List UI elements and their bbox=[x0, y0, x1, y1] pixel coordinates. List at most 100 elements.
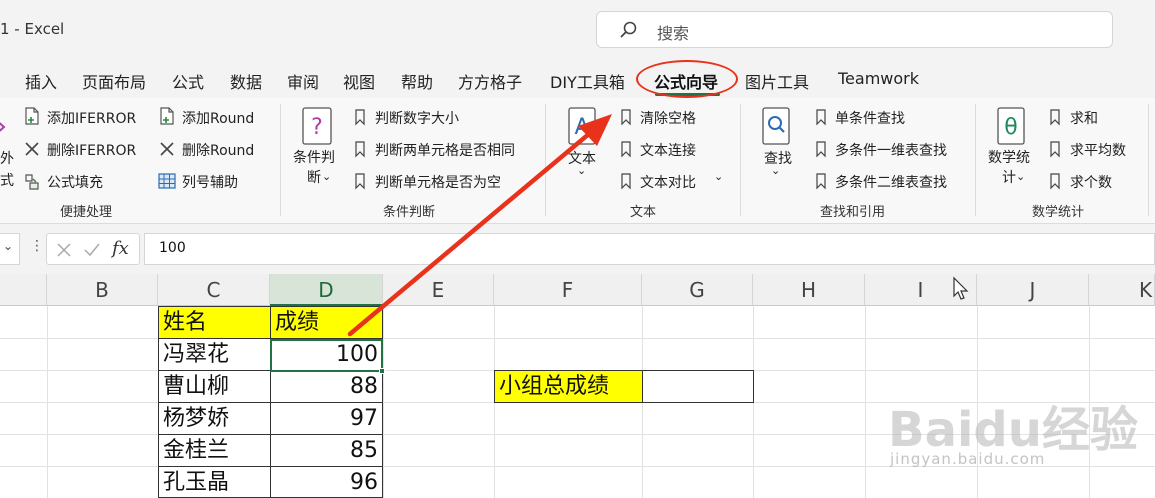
multi-condition-2d-lookup-button[interactable]: 多条件二维表查找 bbox=[835, 172, 947, 192]
name-box[interactable]: ⌄ bbox=[0, 233, 20, 265]
name-cell[interactable]: 杨梦娇 bbox=[158, 402, 271, 435]
tab-view[interactable]: 视图 bbox=[343, 69, 375, 93]
judge-number-size-button[interactable]: 判断数字大小 bbox=[375, 108, 459, 128]
average-button[interactable]: 求平均数 bbox=[1070, 140, 1126, 160]
delete-iferror-button[interactable]: 删除IFERROR bbox=[47, 140, 136, 160]
group-separator bbox=[975, 104, 976, 216]
delete-round-button[interactable]: 删除Round bbox=[182, 140, 254, 160]
title-bar: 1 - Excel 搜索 bbox=[0, 0, 1155, 60]
bookmark-icon bbox=[355, 173, 365, 190]
text-concat-button[interactable]: 文本连接 bbox=[640, 140, 696, 160]
chevron-down-icon: ⌄ bbox=[322, 170, 332, 183]
add-document-icon bbox=[25, 107, 39, 125]
group-label-text: 文本 bbox=[630, 205, 657, 220]
tab-page-layout[interactable]: 页面布局 bbox=[82, 69, 146, 93]
header-score-cell[interactable]: 成绩 bbox=[270, 306, 383, 339]
chevron-down-icon[interactable]: ⌄ bbox=[714, 170, 723, 183]
formula-actions: fx bbox=[46, 233, 140, 265]
add-round-icon bbox=[160, 107, 174, 125]
group-separator bbox=[1148, 104, 1149, 216]
column-header-f[interactable]: F bbox=[494, 274, 642, 306]
search-placeholder: 搜索 bbox=[657, 24, 690, 43]
add-iferror-button[interactable]: 添加IFERROR bbox=[47, 108, 136, 128]
formula-fill-button[interactable]: 公式填充 bbox=[47, 172, 103, 192]
mouse-cursor-icon bbox=[953, 276, 969, 300]
delete-round-x-icon bbox=[160, 142, 174, 156]
column-header-d[interactable]: D bbox=[270, 274, 383, 306]
score-cell[interactable]: 97 bbox=[270, 402, 383, 435]
chevron-down-icon: ⌄ bbox=[3, 239, 14, 253]
bookmark-icon bbox=[621, 109, 631, 126]
header-name-cell[interactable]: 姓名 bbox=[158, 306, 271, 339]
group-label-convenience: 便捷处理 bbox=[60, 205, 113, 220]
tab-help[interactable]: 帮助 bbox=[401, 69, 433, 93]
active-cell-border bbox=[270, 339, 383, 372]
score-cell[interactable]: 88 bbox=[270, 370, 383, 403]
bookmark-icon bbox=[1050, 173, 1060, 190]
baidu-watermark: Baidu经验 jingyan.baidu.com bbox=[880, 390, 1150, 498]
score-cell[interactable]: 85 bbox=[270, 434, 383, 467]
tab-review[interactable]: 审阅 bbox=[287, 69, 319, 93]
column-header-b[interactable]: B bbox=[47, 274, 158, 306]
cancel-x-icon[interactable] bbox=[55, 241, 73, 259]
name-cell[interactable]: 曹山柳 bbox=[158, 370, 271, 403]
column-header-c[interactable]: C bbox=[158, 274, 270, 306]
tab-picture-tools[interactable]: 图片工具 bbox=[745, 69, 809, 93]
judge-cell-empty-button[interactable]: 判断单元格是否为空 bbox=[375, 172, 501, 192]
fill-handle[interactable] bbox=[379, 368, 385, 374]
chevron-down-icon: ⌄ bbox=[771, 164, 781, 177]
column-header-j[interactable]: J bbox=[977, 274, 1089, 306]
tab-formulas[interactable]: 公式 bbox=[172, 69, 204, 93]
partial-button-label[interactable]: 外 式 bbox=[0, 148, 14, 192]
ribbon: 外 式 添加IFERROR 删除IFERROR 公式填充 添加Round 删除R… bbox=[0, 98, 1155, 224]
bookmark-icon bbox=[355, 141, 365, 158]
summary-value-cell[interactable] bbox=[642, 370, 754, 403]
group-label-lookup: 查找和引用 bbox=[820, 205, 886, 220]
more-options-icon[interactable]: ⋮ bbox=[30, 238, 44, 254]
tab-teamwork[interactable]: Teamwork bbox=[838, 69, 919, 88]
tab-insert[interactable]: 插入 bbox=[25, 69, 57, 93]
name-cell[interactable]: 冯翠花 bbox=[158, 338, 271, 371]
formula-fill-icon bbox=[25, 174, 39, 190]
formula-input[interactable]: 100 bbox=[144, 233, 1155, 265]
group-separator bbox=[280, 104, 281, 216]
column-header-k[interactable]: K bbox=[1089, 274, 1155, 306]
name-cell[interactable]: 金桂兰 bbox=[158, 434, 271, 467]
column-header-g[interactable]: G bbox=[642, 274, 753, 306]
column-number-grid-icon bbox=[158, 173, 176, 189]
formula-value: 100 bbox=[159, 240, 186, 256]
row-header-corner[interactable] bbox=[0, 274, 47, 306]
chevron-down-icon: ⌄ bbox=[1016, 170, 1026, 183]
group-separator bbox=[740, 104, 741, 216]
summary-label-cell[interactable]: 小组总成绩 bbox=[494, 370, 643, 403]
question-book-icon: ? bbox=[302, 107, 332, 145]
tab-fangfang[interactable]: 方方格子 bbox=[458, 69, 522, 93]
single-condition-lookup-button[interactable]: 单条件查找 bbox=[835, 108, 905, 128]
judge-cells-same-button[interactable]: 判断两单元格是否相同 bbox=[375, 140, 515, 160]
count-button[interactable]: 求个数 bbox=[1070, 172, 1112, 192]
confirm-check-icon[interactable] bbox=[83, 241, 101, 259]
column-helper-button[interactable]: 列号辅助 bbox=[182, 172, 238, 192]
text-compare-button[interactable]: 文本对比 bbox=[640, 172, 696, 192]
add-round-button[interactable]: 添加Round bbox=[182, 108, 254, 128]
insert-function-button[interactable]: fx bbox=[112, 238, 129, 259]
bookmark-icon bbox=[816, 109, 826, 126]
partial-diamond-icon bbox=[0, 122, 6, 132]
delete-x-icon bbox=[25, 142, 39, 156]
score-cell[interactable]: 96 bbox=[270, 466, 383, 498]
sum-button[interactable]: 求和 bbox=[1070, 108, 1098, 128]
bookmark-icon bbox=[1050, 109, 1060, 126]
bookmark-icon bbox=[621, 141, 631, 158]
tab-diy-toolbox[interactable]: DIY工具箱 bbox=[550, 69, 625, 93]
watermark-url: jingyan.baidu.com bbox=[890, 450, 1046, 468]
clear-spaces-button[interactable]: 清除空格 bbox=[640, 108, 696, 128]
multi-condition-1d-lookup-button[interactable]: 多条件一维表查找 bbox=[835, 140, 947, 160]
window-title: 1 - Excel bbox=[0, 20, 65, 38]
tab-data[interactable]: 数据 bbox=[230, 69, 262, 93]
magnifier-book-icon bbox=[762, 107, 790, 145]
column-header-h[interactable]: H bbox=[753, 274, 865, 306]
column-header-e[interactable]: E bbox=[383, 274, 494, 306]
name-cell[interactable]: 孔玉晶 bbox=[158, 466, 271, 498]
search-input[interactable]: 搜索 bbox=[596, 11, 1113, 48]
bookmark-icon bbox=[816, 141, 826, 158]
